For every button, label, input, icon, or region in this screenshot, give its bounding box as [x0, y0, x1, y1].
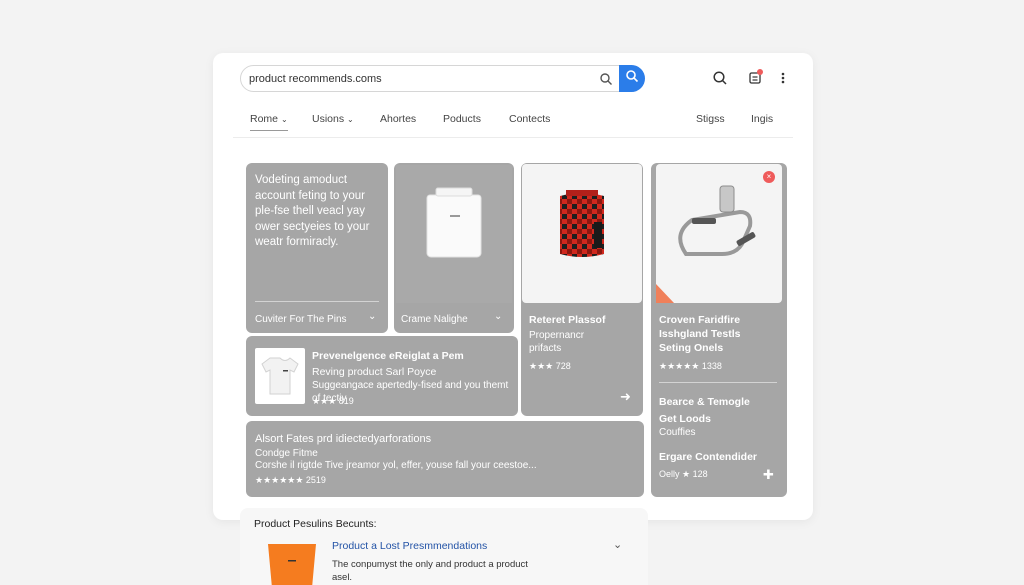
product-image — [262, 538, 322, 585]
reteret-subtitle: prifacts — [529, 343, 562, 354]
reteret-title: Reteret Plassof — [529, 314, 606, 326]
arrow-right-icon[interactable]: ✚ — [763, 467, 774, 483]
section-line: Bearce & Temogle — [659, 396, 750, 408]
rating: Oelly ★ 128 — [659, 469, 708, 479]
title-line: Seting Onels — [659, 342, 724, 354]
search-input[interactable] — [249, 70, 589, 88]
intro-footer-label: Cuviter For The Pins — [255, 314, 347, 325]
title-line: Isshgland Testls — [659, 328, 741, 340]
results-panel: Product Pesulins Becunts: Product a Lost… — [240, 508, 648, 585]
more-options-icon[interactable] — [774, 69, 792, 87]
search-icon[interactable] — [599, 72, 613, 86]
nav-label: Rome — [250, 113, 279, 125]
intro-line: ple-fse thell veacl yay — [255, 205, 365, 217]
search-icon[interactable] — [711, 69, 729, 87]
search-icon — [625, 69, 639, 88]
intro-line: account feting to your — [255, 189, 365, 202]
search-box — [240, 65, 644, 92]
section-sub: Couffies — [659, 427, 696, 438]
reteret-card[interactable]: Reteret Plassof Propernancr prifacts ★★★… — [521, 163, 643, 416]
croven-card[interactable]: × Croven Faridfire Isshgland Testls Seti… — [651, 163, 787, 497]
preven-line2: Reving product Sarl Poyce — [312, 366, 437, 378]
search-button[interactable] — [619, 65, 645, 92]
intro-line: Vodeting amoduct — [255, 174, 348, 186]
chevron-down-icon: ⌄ — [280, 115, 288, 124]
intro-line: ower sectyeies to your — [255, 220, 370, 233]
intro-line: weatr formiracly. — [255, 236, 339, 248]
nav-item-ingis[interactable]: Ingis — [751, 113, 773, 125]
product-image — [522, 164, 642, 303]
nav-item-ahortes[interactable]: Ahortes — [380, 113, 416, 125]
product-image — [396, 165, 512, 303]
chevron-down-icon[interactable]: ⌄ — [613, 538, 622, 551]
notifications-icon[interactable] — [746, 69, 764, 87]
result-item-desc: The conpumyst the only and product a pro… — [332, 559, 528, 570]
result-item-title[interactable]: Product a Lost Presmmendations — [332, 540, 487, 552]
rating: ★★★ 819 — [312, 396, 354, 406]
product-image — [656, 164, 782, 303]
nav-item-rome[interactable]: Rome ⌄ — [250, 113, 288, 131]
close-icon[interactable]: × — [763, 171, 775, 183]
chevron-down-icon[interactable]: ⌄ — [368, 311, 376, 322]
crame-footer-label: Crame Nalighe — [401, 314, 468, 325]
rating: ★★★★★ 1338 — [659, 361, 722, 371]
preven-card[interactable]: Prevenelgence eReiglat a Pem Reving prod… — [246, 336, 518, 416]
alsort-card[interactable]: Alsort Fates prd idiectedyarforations Co… — [246, 421, 644, 497]
intro-card[interactable]: Vodeting amoduct account feting to your … — [246, 163, 388, 333]
result-item-desc: asel. — [332, 572, 353, 583]
crame-card[interactable]: Crame Nalighe ⌄ — [394, 163, 514, 333]
nav-item-poducts[interactable]: Poducts — [443, 113, 481, 125]
chevron-down-icon: ⌄ — [347, 115, 354, 124]
notification-badge — [757, 69, 763, 75]
section-line: Get Loods — [659, 413, 711, 425]
divider — [255, 301, 379, 302]
nav-item-contects[interactable]: Contects — [509, 113, 550, 125]
divider — [659, 382, 777, 383]
product-image — [255, 348, 305, 404]
main-nav: Rome ⌄ Usions ⌄ Ahortes Poducts Contects… — [250, 113, 780, 137]
nav-label: Usions — [312, 113, 345, 125]
nav-divider — [233, 137, 793, 138]
rating: ★★★★★★ 2519 — [255, 475, 326, 485]
nav-item-usions[interactable]: Usions ⌄ — [312, 113, 354, 125]
alsort-title: Alsort Fates prd idiectedyarforations — [255, 433, 432, 445]
croven-section2-title: Ergare Contendider — [659, 451, 758, 463]
croven-section: Bearce & Temogle Get Loods Couffies — [659, 395, 750, 439]
reteret-subtitle: Propernancr — [529, 330, 585, 341]
croven-title: Croven Faridfire Isshgland Testls Seting… — [659, 313, 741, 355]
results-header: Product Pesulins Becunts: — [254, 518, 377, 530]
intro-text: Vodeting amoduct account feting to your … — [255, 173, 383, 251]
browser-window: Rome ⌄ Usions ⌄ Ahortes Poducts Contects… — [213, 53, 813, 520]
alsort-line3: Corshe il rigtde Tive jreamor yol, effer… — [255, 460, 537, 471]
title-line: Croven Faridfire — [659, 314, 741, 326]
chevron-down-icon[interactable]: ⌄ — [494, 311, 502, 322]
arrow-right-icon[interactable]: ➜ — [620, 389, 631, 405]
preven-title: Prevenelgence eReiglat a Pem — [312, 350, 464, 362]
rating: ★★★ 728 — [529, 361, 571, 371]
nav-item-stigss[interactable]: Stigss — [696, 113, 725, 125]
